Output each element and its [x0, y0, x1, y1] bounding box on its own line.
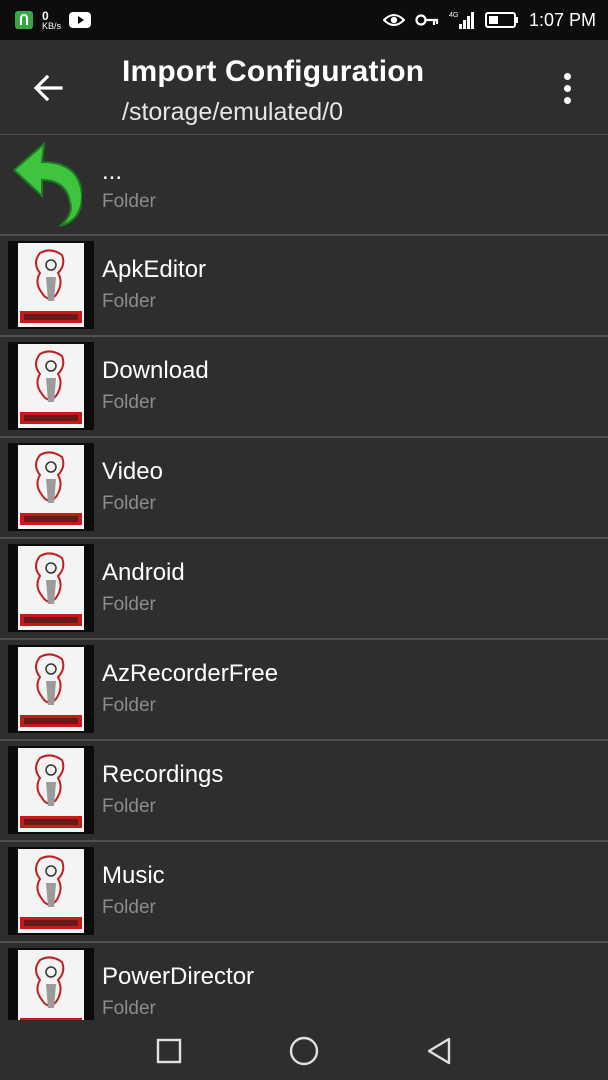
square-icon	[156, 1038, 182, 1064]
recents-button[interactable]	[152, 1034, 186, 1068]
app-bar: Import Configuration /storage/emulated/0	[0, 40, 608, 135]
folder-image	[18, 546, 84, 630]
folder-image	[18, 344, 84, 428]
list-item-parent-folder[interactable]: ... Folder	[0, 136, 608, 236]
list-item[interactable]: Android Folder	[0, 539, 608, 640]
youtube-icon	[69, 12, 92, 28]
list-item[interactable]: AzRecorderFree Folder	[0, 640, 608, 741]
list-item-type: Folder	[102, 695, 156, 716]
more-vert-icon	[563, 72, 571, 80]
eye-icon	[382, 12, 405, 28]
list-item-name: PowerDirector	[102, 963, 255, 990]
key-icon	[415, 13, 439, 27]
status-bar: 0 KB/s 4G 1:07 PM	[0, 0, 608, 40]
screen: 0 KB/s 4G 1:07 PM Import Configuration /…	[0, 0, 608, 1080]
list-item-name: Video	[102, 458, 163, 485]
home-button[interactable]	[287, 1034, 321, 1068]
list-item-name: Music	[102, 862, 165, 889]
signal-icon: 4G	[449, 10, 475, 30]
back-button[interactable]	[28, 70, 68, 106]
list-item-name: Download	[102, 357, 209, 384]
system-nav-bar	[0, 1020, 608, 1080]
folder-thumbnail	[8, 847, 94, 935]
list-item-type: Folder	[102, 392, 156, 413]
shield-app-icon	[14, 10, 34, 30]
folder-thumbnail	[8, 241, 94, 329]
folder-image	[18, 445, 84, 529]
folder-image	[18, 748, 84, 832]
triangle-back-icon	[427, 1037, 451, 1065]
folder-thumbnail	[8, 645, 94, 733]
list-item[interactable]: Recordings Folder	[0, 741, 608, 842]
list-item-type: Folder	[102, 796, 156, 817]
up-arrow-icon	[12, 141, 82, 227]
arrow-left-icon	[33, 75, 63, 101]
page-title: Import Configuration	[122, 55, 425, 88]
overflow-menu-button[interactable]	[552, 68, 582, 108]
list-item-type: Folder	[102, 191, 156, 212]
list-item-type: Folder	[102, 493, 156, 514]
folder-list: ... Folder ApkEditor Folder Download Fol…	[0, 136, 608, 1020]
list-item-name: ApkEditor	[102, 256, 207, 283]
net-speed: 0 KB/s	[42, 10, 61, 31]
folder-thumbnail	[8, 948, 94, 1020]
circle-icon	[289, 1036, 319, 1066]
network-type: 4G	[449, 12, 458, 19]
list-item-name: Recordings	[102, 761, 224, 788]
back-nav-button[interactable]	[422, 1034, 456, 1068]
list-item-type: Folder	[102, 897, 156, 918]
folder-thumbnail	[8, 746, 94, 834]
list-item[interactable]: ApkEditor Folder	[0, 236, 608, 337]
folder-image	[18, 950, 84, 1020]
current-path: /storage/emulated/0	[122, 98, 343, 126]
folder-thumbnail	[8, 544, 94, 632]
net-speed-value: 0	[42, 8, 49, 23]
list-item[interactable]: Video Folder	[0, 438, 608, 539]
list-item[interactable]: Download Folder	[0, 337, 608, 438]
folder-thumbnail	[8, 342, 94, 430]
folder-thumbnail	[8, 443, 94, 531]
net-speed-unit: KB/s	[42, 20, 62, 31]
list-item-name: ...	[102, 158, 123, 185]
list-item-type: Folder	[102, 998, 156, 1019]
clock: 1:07 PM	[528, 9, 596, 30]
folder-image	[18, 647, 84, 731]
list-item-name: AzRecorderFree	[102, 660, 279, 687]
folder-image	[18, 849, 84, 933]
list-item-type: Folder	[102, 291, 156, 312]
folder-image	[18, 243, 84, 327]
list-item[interactable]: PowerDirector Folder	[0, 943, 608, 1020]
list-item-type: Folder	[102, 594, 156, 615]
battery-icon	[484, 12, 519, 28]
list-item-name: Android	[102, 559, 185, 586]
list-item[interactable]: Music Folder	[0, 842, 608, 943]
